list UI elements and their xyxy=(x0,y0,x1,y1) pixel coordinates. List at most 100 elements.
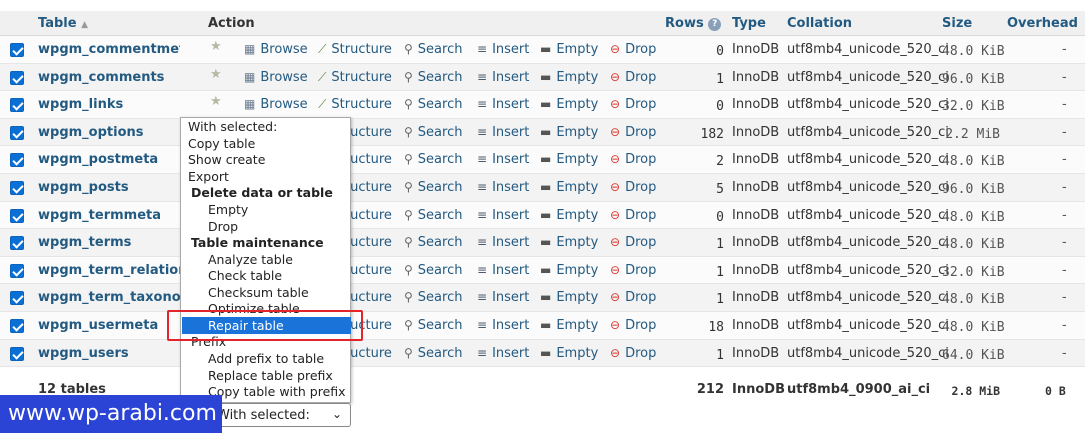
header-type[interactable]: Type xyxy=(732,16,766,31)
header-overhead[interactable]: Overhead xyxy=(1007,16,1078,31)
empty-action-link[interactable]: ▬ Empty xyxy=(540,235,598,250)
table-name-link[interactable]: wpgm_postmeta xyxy=(38,152,180,167)
drop-action-link[interactable]: ⊖ Drop xyxy=(610,263,656,278)
menu-item-replace-prefix[interactable]: Replace table prefix xyxy=(208,368,333,383)
insert-action-link[interactable]: ≡ Insert xyxy=(477,125,529,140)
search-action-link[interactable]: ⚲ Search xyxy=(404,263,462,278)
insert-action-link[interactable]: ≡ Insert xyxy=(477,263,529,278)
table-name-link[interactable]: wpgm_commentmeta xyxy=(38,42,180,57)
search-action-link[interactable]: ⚲ Search xyxy=(404,125,462,140)
table-name-link[interactable]: wpgm_users xyxy=(38,346,180,361)
header-rows[interactable]: Rows ? xyxy=(665,16,722,31)
table-name-link[interactable]: wpgm_terms xyxy=(38,235,180,250)
menu-item-checksum[interactable]: Checksum table xyxy=(208,285,309,300)
drop-action-link[interactable]: ⊖ Drop xyxy=(610,180,656,195)
header-table-sort-link[interactable]: Table ▲ xyxy=(38,16,88,31)
menu-item-analyze[interactable]: Analyze table xyxy=(208,252,293,267)
menu-item-copy-table[interactable]: Copy table xyxy=(188,136,255,151)
row-checkbox[interactable] xyxy=(10,236,24,251)
drop-action-link[interactable]: ⊖ Drop xyxy=(610,208,656,223)
table-name-link[interactable]: wpgm_comments xyxy=(38,70,180,85)
insert-action-link[interactable]: ≡ Insert xyxy=(477,42,529,57)
insert-action-link[interactable]: ≡ Insert xyxy=(477,152,529,167)
row-checkbox[interactable] xyxy=(10,346,24,361)
empty-action-link[interactable]: ▬ Empty xyxy=(540,180,598,195)
empty-action-link[interactable]: ▬ Empty xyxy=(540,152,598,167)
browse-action-link[interactable]: ▦Browse xyxy=(244,70,308,85)
row-checkbox[interactable] xyxy=(10,319,24,333)
empty-action-link[interactable]: ▬ Empty xyxy=(540,318,598,333)
row-checkbox[interactable] xyxy=(10,181,24,195)
search-action-link[interactable]: ⚲ Search xyxy=(404,42,462,57)
table-name-link[interactable]: wpgm_links xyxy=(38,97,180,112)
table-name-link[interactable]: wpgm_usermeta xyxy=(38,318,180,333)
table-name-link[interactable]: wpgm_posts xyxy=(38,180,180,195)
search-action-link[interactable]: ⚲ Search xyxy=(404,346,462,361)
search-action-link[interactable]: ⚲ Search xyxy=(404,152,462,167)
empty-action-link[interactable]: ▬ Empty xyxy=(540,97,598,112)
menu-item-check[interactable]: Check table xyxy=(208,268,282,283)
header-collation[interactable]: Collation xyxy=(787,16,852,31)
empty-action-link[interactable]: ▬ Empty xyxy=(540,208,598,223)
empty-action-link[interactable]: ▬ Empty xyxy=(540,263,598,278)
drop-action-link[interactable]: ⊖ Drop xyxy=(610,290,656,305)
drop-action-link[interactable]: ⊖ Drop xyxy=(610,97,656,112)
search-action-link[interactable]: ⚲ Search xyxy=(404,208,462,223)
table-name-link[interactable]: wpgm_term_relationships xyxy=(38,263,180,278)
row-checkbox[interactable] xyxy=(10,291,24,306)
drop-action-link[interactable]: ⊖ Drop xyxy=(610,70,656,85)
search-action-link[interactable]: ⚲ Search xyxy=(404,70,462,85)
drop-action-link[interactable]: ⊖ Drop xyxy=(610,152,656,167)
row-checkbox[interactable] xyxy=(10,263,24,278)
favorite-star-icon[interactable]: ★ xyxy=(210,67,222,82)
help-icon[interactable]: ? xyxy=(708,18,722,31)
browse-action-link[interactable]: ▦Browse xyxy=(244,97,308,112)
empty-action-link[interactable]: ▬ Empty xyxy=(540,42,598,57)
row-checkbox[interactable] xyxy=(10,43,24,57)
insert-action-link[interactable]: ≡ Insert xyxy=(477,290,529,305)
header-size[interactable]: Size xyxy=(942,16,972,31)
structure-action-link[interactable]: ⟋Structure xyxy=(318,97,392,112)
menu-item-empty[interactable]: Empty xyxy=(208,202,248,217)
row-checkbox[interactable] xyxy=(10,125,24,140)
empty-action-link[interactable]: ▬ Empty xyxy=(540,125,598,140)
browse-action-link[interactable]: ▦Browse xyxy=(244,42,308,57)
drop-action-link[interactable]: ⊖ Drop xyxy=(610,235,656,250)
search-action-link[interactable]: ⚲ Search xyxy=(404,97,462,112)
menu-item-add-prefix[interactable]: Add prefix to table xyxy=(208,351,324,366)
insert-action-link[interactable]: ≡ Insert xyxy=(477,318,529,333)
with-selected-select[interactable]: With selected: ⌄ xyxy=(208,403,351,427)
empty-action-link[interactable]: ▬ Empty xyxy=(540,70,598,85)
menu-item-copy-prefix[interactable]: Copy table with prefix xyxy=(208,384,346,399)
favorite-star-icon[interactable]: ★ xyxy=(210,94,222,109)
drop-action-link[interactable]: ⊖ Drop xyxy=(610,318,656,333)
structure-action-link[interactable]: ⟋Structure xyxy=(318,42,392,57)
drop-action-link[interactable]: ⊖ Drop xyxy=(610,125,656,140)
table-name-link[interactable]: wpgm_termmeta xyxy=(38,208,180,223)
insert-action-link[interactable]: ≡ Insert xyxy=(477,346,529,361)
row-checkbox[interactable] xyxy=(10,70,24,85)
with-selected-dropdown-menu[interactable]: With selected: Copy table Show create Ex… xyxy=(180,117,351,403)
insert-action-link[interactable]: ≡ Insert xyxy=(477,70,529,85)
drop-action-link[interactable]: ⊖ Drop xyxy=(610,42,656,57)
search-action-link[interactable]: ⚲ Search xyxy=(404,180,462,195)
search-action-link[interactable]: ⚲ Search xyxy=(404,235,462,250)
row-checkbox[interactable] xyxy=(10,208,24,223)
drop-action-link[interactable]: ⊖ Drop xyxy=(610,346,656,361)
menu-item-export[interactable]: Export xyxy=(188,169,229,184)
menu-item-show-create[interactable]: Show create xyxy=(188,152,265,167)
search-action-link[interactable]: ⚲ Search xyxy=(404,290,462,305)
row-checkbox[interactable] xyxy=(10,98,24,113)
table-name-link[interactable]: wpgm_options xyxy=(38,125,180,140)
insert-action-link[interactable]: ≡ Insert xyxy=(477,208,529,223)
empty-action-link[interactable]: ▬ Empty xyxy=(540,290,598,305)
insert-action-link[interactable]: ≡ Insert xyxy=(477,235,529,250)
menu-item-drop[interactable]: Drop xyxy=(208,219,238,234)
structure-action-link[interactable]: ⟋Structure xyxy=(318,70,392,85)
empty-action-link[interactable]: ▬ Empty xyxy=(540,346,598,361)
insert-action-link[interactable]: ≡ Insert xyxy=(477,180,529,195)
row-checkbox[interactable] xyxy=(10,153,24,168)
insert-action-link[interactable]: ≡ Insert xyxy=(477,97,529,112)
favorite-star-icon[interactable]: ★ xyxy=(210,39,222,54)
search-action-link[interactable]: ⚲ Search xyxy=(404,318,462,333)
